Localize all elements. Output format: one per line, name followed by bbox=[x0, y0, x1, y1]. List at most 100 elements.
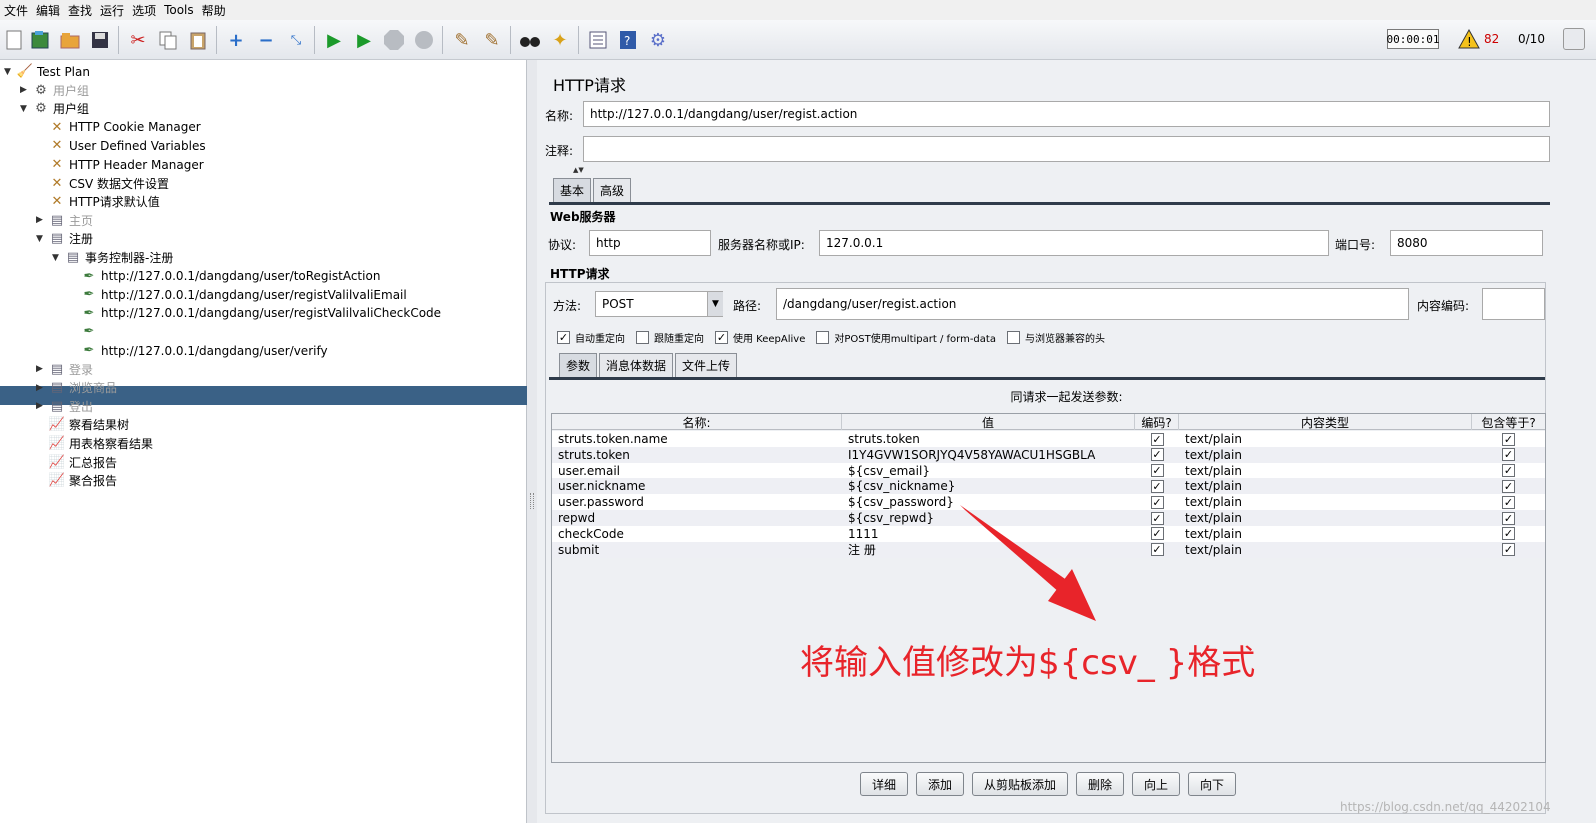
column-value[interactable]: 值 bbox=[842, 414, 1135, 430]
tab-basic[interactable]: 基本 bbox=[553, 178, 592, 202]
menu-options[interactable]: 选项 bbox=[132, 2, 156, 19]
menu-edit[interactable]: 编辑 bbox=[36, 2, 60, 19]
tree-node[interactable]: ▼ 🧹 Test Plan bbox=[4, 62, 90, 81]
tree-node[interactable]: 📈 汇总报告 bbox=[36, 453, 117, 472]
menu-search[interactable]: 查找 bbox=[68, 2, 92, 19]
param-name-cell[interactable]: repwd bbox=[552, 510, 842, 526]
tree-node[interactable]: ✕ CSV 数据文件设置 bbox=[36, 174, 169, 193]
start-icon[interactable]: ▶ bbox=[322, 28, 346, 52]
param-name-cell[interactable]: struts.token.name bbox=[552, 431, 842, 447]
tree-node[interactable]: 📈 聚合报告 bbox=[36, 471, 117, 490]
tree-node[interactable]: ▶ ▤ 浏览商品 bbox=[36, 378, 117, 397]
column-encode[interactable]: 编码? bbox=[1135, 414, 1179, 430]
collapsed-toggle-icon[interactable]: ▶ bbox=[20, 85, 30, 95]
split-pane-divider[interactable] bbox=[527, 60, 537, 823]
param-value-cell[interactable]: I1Y4GVW1SORJYQ4V58YAWACU1HSGBLA bbox=[842, 446, 1135, 463]
follow-redirect-checkbox[interactable] bbox=[636, 331, 649, 344]
table-row[interactable]: struts.token I1Y4GVW1SORJYQ4V58YAWACU1HSG… bbox=[552, 446, 1545, 463]
protocol-field[interactable]: http bbox=[589, 230, 711, 256]
toggle-icon[interactable]: ⤡ bbox=[284, 28, 308, 52]
copy-icon[interactable] bbox=[156, 28, 180, 52]
function-helper-icon[interactable] bbox=[586, 28, 610, 52]
param-value-cell[interactable]: ${csv_email} bbox=[842, 462, 1135, 479]
expanded-toggle-icon[interactable]: ▼ bbox=[4, 67, 14, 77]
content-type-cell[interactable]: text/plain bbox=[1179, 462, 1472, 479]
column-include-equals[interactable]: 包含等于? bbox=[1472, 414, 1545, 430]
encode-checkbox[interactable]: ✓ bbox=[1135, 478, 1179, 494]
encode-checkbox[interactable]: ✓ bbox=[1135, 542, 1179, 558]
tree-node[interactable]: ▶ ▤ 主页 bbox=[36, 211, 93, 230]
expanded-toggle-icon[interactable]: ▼ bbox=[52, 253, 62, 263]
start-no-timers-icon[interactable]: ▶ bbox=[352, 28, 376, 52]
tree-node[interactable]: ✕ HTTP Header Manager bbox=[36, 155, 204, 174]
delete-button[interactable]: 删除 bbox=[1076, 772, 1124, 796]
keepalive-checkbox[interactable]: ✓ bbox=[715, 331, 728, 344]
paste-icon[interactable] bbox=[186, 28, 210, 52]
param-value-cell[interactable]: struts.token bbox=[842, 431, 1135, 447]
tree-node[interactable]: ▼ ⚙ 用户组 bbox=[20, 99, 89, 118]
collapse-icon[interactable]: − bbox=[254, 28, 278, 52]
tree-node[interactable]: ▶ ⚙ 用户组 bbox=[20, 81, 89, 100]
method-select[interactable]: POST bbox=[595, 291, 723, 317]
multipart-checkbox[interactable] bbox=[816, 331, 830, 344]
tab-advanced[interactable]: 高级 bbox=[593, 178, 632, 202]
collapsed-toggle-icon[interactable]: ▶ bbox=[36, 401, 46, 411]
move-down-button[interactable]: 向下 bbox=[1188, 772, 1236, 796]
content-type-cell[interactable]: text/plain bbox=[1179, 478, 1472, 495]
encode-checkbox[interactable]: ✓ bbox=[1135, 494, 1179, 510]
expand-icon[interactable]: + bbox=[224, 28, 248, 52]
stop-icon[interactable] bbox=[382, 28, 406, 52]
remote-icon[interactable]: ⚙ bbox=[646, 28, 670, 52]
tree-node[interactable]: ✒ http://127.0.0.1/dangdang/user/regist.a… bbox=[68, 322, 369, 341]
menu-run[interactable]: 运行 bbox=[100, 2, 124, 19]
add-from-clipboard-button[interactable]: 从剪贴板添加 bbox=[972, 772, 1068, 796]
help-icon[interactable]: ? bbox=[616, 28, 640, 52]
menu-tools[interactable]: Tools bbox=[164, 3, 194, 17]
tree-node[interactable]: ▼ ▤ 注册 bbox=[36, 229, 93, 248]
tab-parameters[interactable]: 参数 bbox=[559, 353, 598, 377]
chevron-down-icon[interactable]: ▼ bbox=[707, 292, 723, 316]
encode-checkbox[interactable]: ✓ bbox=[1135, 447, 1179, 463]
encoding-field[interactable] bbox=[1482, 288, 1545, 320]
content-type-cell[interactable]: text/plain bbox=[1179, 446, 1472, 463]
tree-node[interactable]: ✒ http://127.0.0.1/dangdang/user/toRegist… bbox=[68, 267, 381, 286]
content-type-cell[interactable]: text/plain bbox=[1179, 525, 1472, 542]
param-name-cell[interactable]: submit bbox=[552, 541, 842, 558]
tree-node[interactable]: ✕ HTTP请求默认值 bbox=[36, 192, 160, 211]
shutdown-icon[interactable] bbox=[412, 28, 436, 52]
tree-node[interactable]: ▶ ▤ 登出 bbox=[36, 397, 93, 416]
tree-node[interactable]: ✒ http://127.0.0.1/dangdang/user/registVa… bbox=[68, 285, 407, 304]
include-equals-checkbox[interactable]: ✓ bbox=[1472, 478, 1545, 494]
port-field[interactable]: 8080 bbox=[1390, 230, 1543, 256]
tree-node[interactable]: ✕ HTTP Cookie Manager bbox=[36, 118, 201, 137]
include-equals-checkbox[interactable]: ✓ bbox=[1472, 447, 1545, 463]
collapsed-toggle-icon[interactable]: ▶ bbox=[36, 215, 46, 225]
browser-headers-checkbox[interactable] bbox=[1006, 331, 1020, 344]
param-name-cell[interactable]: user.email bbox=[552, 462, 842, 479]
include-equals-checkbox[interactable]: ✓ bbox=[1472, 463, 1545, 479]
tree-node[interactable]: ▼ ▤ 事务控制器-注册 bbox=[52, 248, 173, 267]
detail-button[interactable]: 详细 bbox=[860, 772, 908, 796]
collapsed-toggle-icon[interactable]: ▶ bbox=[36, 364, 46, 374]
tree-node[interactable]: ✒ http://127.0.0.1/dangdang/user/verify bbox=[68, 341, 328, 360]
expanded-toggle-icon[interactable]: ▼ bbox=[36, 234, 46, 244]
expanded-toggle-icon[interactable]: ▼ bbox=[20, 104, 30, 114]
clear-all-icon[interactable]: ✎ bbox=[480, 28, 504, 52]
add-button[interactable]: 添加 bbox=[916, 772, 964, 796]
save-icon[interactable] bbox=[88, 28, 112, 52]
param-name-cell[interactable]: struts.token bbox=[552, 446, 842, 463]
clear-icon[interactable]: ✎ bbox=[450, 28, 474, 52]
templates-icon[interactable] bbox=[28, 28, 52, 52]
table-row[interactable]: user.email ${csv_email} ✓ text/plain ✓ bbox=[552, 462, 1545, 479]
comment-field[interactable] bbox=[583, 136, 1550, 162]
param-name-cell[interactable]: checkCode bbox=[552, 525, 842, 542]
param-name-cell[interactable]: user.nickname bbox=[552, 478, 842, 495]
tab-file-upload[interactable]: 文件上传 bbox=[675, 353, 738, 377]
table-row[interactable]: struts.token.name struts.token ✓ text/plain… bbox=[552, 431, 1545, 447]
search-icon[interactable] bbox=[518, 28, 542, 52]
include-equals-checkbox[interactable]: ✓ bbox=[1472, 431, 1545, 447]
encode-checkbox[interactable]: ✓ bbox=[1135, 526, 1179, 542]
tree-node[interactable]: ✒ http://127.0.0.1/dangdang/user/registVa… bbox=[68, 304, 442, 323]
include-equals-checkbox[interactable]: ✓ bbox=[1472, 526, 1545, 542]
tab-body-data[interactable]: 消息体数据 bbox=[599, 353, 674, 377]
